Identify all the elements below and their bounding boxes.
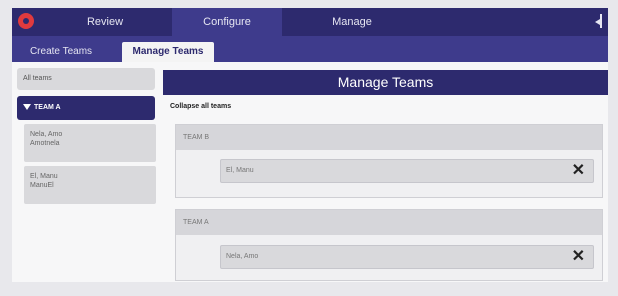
sidebar-team-label: TEAM A	[34, 104, 61, 111]
subtab-manage-teams[interactable]: Manage Teams	[122, 42, 214, 62]
member-name: El, Manu	[30, 173, 58, 180]
member-username: ManuEl	[30, 182, 54, 189]
top-nav-bar: Review Configure Manage	[12, 8, 608, 36]
tab-manage[interactable]: Manage	[297, 8, 407, 36]
sidebar-member[interactable]: Nela, Amo Amotnela	[24, 124, 156, 162]
team-member-name: El, Manu	[226, 167, 254, 174]
sidebar-item-team-a[interactable]: TEAM A	[17, 96, 155, 120]
subtab-create-teams[interactable]: Create Teams	[26, 42, 96, 62]
team-header[interactable]: TEAM A	[176, 210, 602, 235]
team-member-name: Nela, Amo	[226, 253, 259, 260]
tab-review[interactable]: Review	[50, 8, 160, 36]
team-panel: TEAM B El, Manu ✕	[175, 124, 603, 198]
sub-nav-bar: Create Teams Manage Teams	[12, 36, 608, 62]
member-name: Nela, Amo	[30, 131, 63, 138]
collapse-all-link[interactable]: Collapse all teams	[170, 103, 231, 110]
remove-member-icon[interactable]: ✕	[572, 246, 585, 268]
team-member-row: Nela, Amo ✕	[220, 245, 594, 269]
collapse-arrow-icon[interactable]	[595, 14, 602, 28]
sidebar-item-all-teams[interactable]: All teams	[17, 68, 155, 90]
team-panel: TEAM A Nela, Amo ✕	[175, 209, 603, 281]
expand-triangle-icon	[23, 104, 31, 111]
tab-configure[interactable]: Configure	[172, 8, 282, 36]
team-header[interactable]: TEAM B	[176, 125, 602, 150]
team-member-row: El, Manu ✕	[220, 159, 594, 183]
content-area: All teams TEAM A Nela, Amo Amotnela El, …	[12, 62, 608, 282]
remove-member-icon[interactable]: ✕	[572, 160, 585, 182]
app-logo-icon	[18, 13, 34, 29]
sidebar-member[interactable]: El, Manu ManuEl	[24, 166, 156, 204]
page-title: Manage Teams	[163, 70, 608, 95]
member-username: Amotnela	[30, 140, 60, 147]
